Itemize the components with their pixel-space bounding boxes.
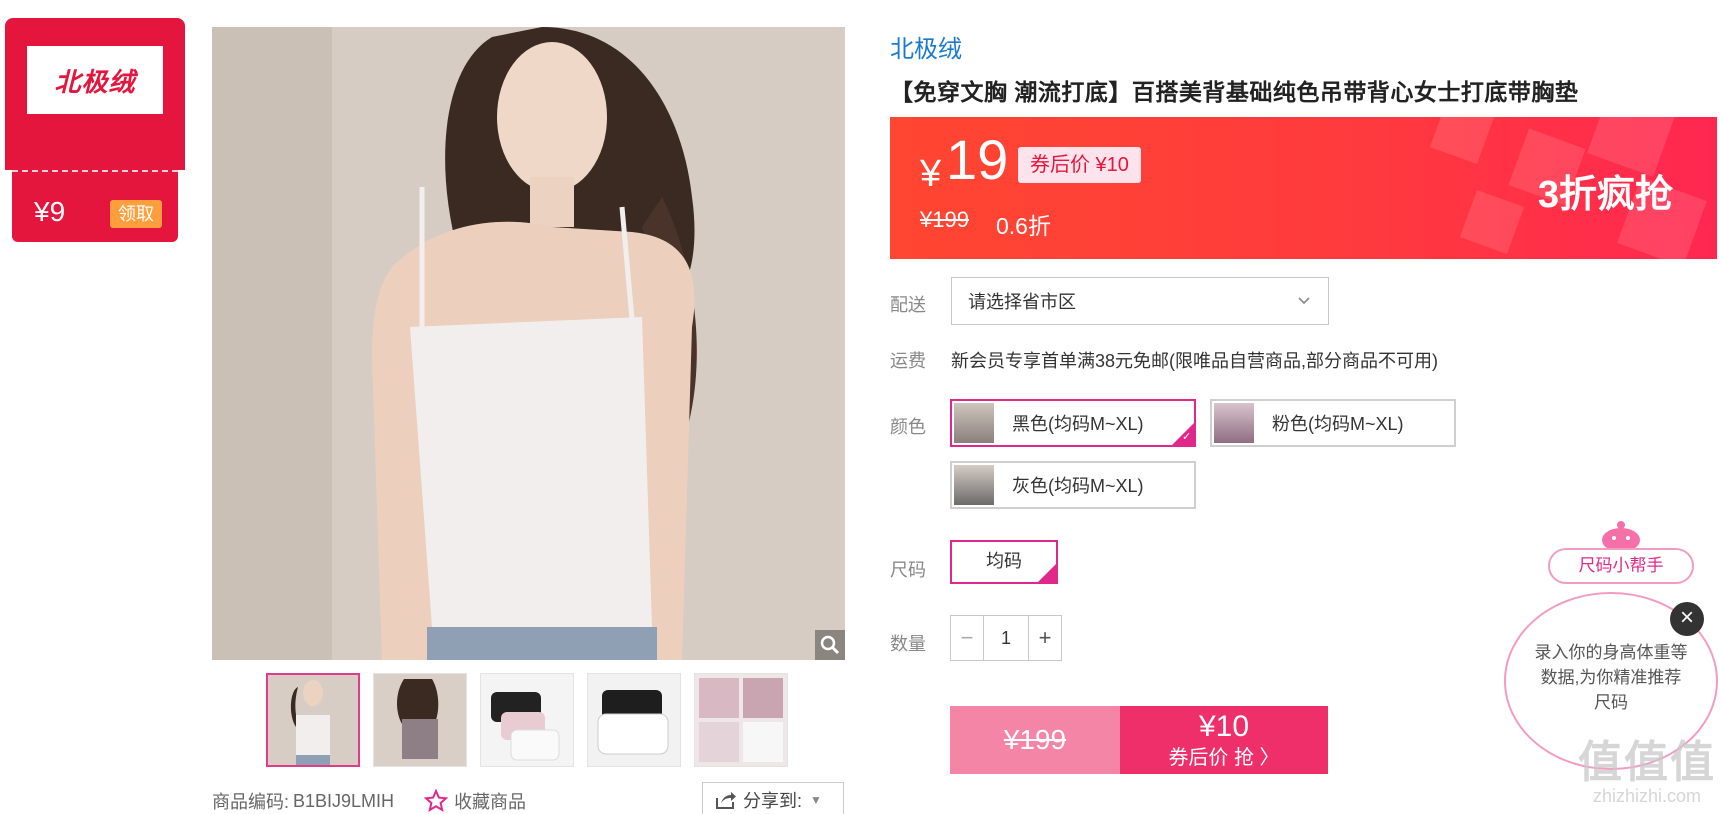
product-code-value: B1BIJ9LMIH xyxy=(293,790,395,811)
thumbnail-4[interactable] xyxy=(587,673,681,767)
favorite-link[interactable]: 收藏商品 xyxy=(424,788,526,814)
check-icon xyxy=(1036,562,1058,584)
brand-link[interactable]: 北极绒 xyxy=(890,29,962,64)
brand-logo-text: 北极绒 xyxy=(54,67,136,98)
color-thumb xyxy=(954,465,994,505)
quantity-decrease-button[interactable]: − xyxy=(951,616,983,660)
buy-action-label: 券后价 抢 〉 xyxy=(1168,747,1280,769)
check-icon xyxy=(1170,421,1196,447)
share-icon xyxy=(716,792,736,809)
quantity-stepper: − + xyxy=(950,615,1062,661)
thumbnail-3[interactable] xyxy=(480,673,574,767)
size-option-label: 均码 xyxy=(986,551,1022,571)
region-select[interactable]: 请选择省市区 xyxy=(951,277,1329,325)
color-option-label: 黑色(均码M~XL) xyxy=(1012,414,1144,434)
caret-down-icon: ▼ xyxy=(810,793,822,807)
coupon-card[interactable]: 北极绒 ¥9 领取 xyxy=(5,18,185,242)
share-label: 分享到: xyxy=(743,791,803,811)
thumbnail-2[interactable] xyxy=(373,673,467,767)
color-option-gray[interactable]: 灰色(均码M~XL) xyxy=(950,461,1196,509)
magnifier-icon[interactable] xyxy=(815,630,845,660)
quantity-label: 数量 xyxy=(890,634,926,654)
size-option[interactable]: 均码 xyxy=(950,540,1058,584)
color-thumb xyxy=(1214,403,1254,443)
buy-coupon-price: ¥10 xyxy=(1198,710,1250,743)
product-photo xyxy=(212,27,845,660)
coupon-price-tag: 券后价 ¥10 xyxy=(1018,147,1141,183)
product-title: 【免穿文胸 潮流打底】百搭美背基础纯色吊带背心女士打底带胸垫 xyxy=(890,79,1579,105)
price-currency: ¥ xyxy=(920,153,942,195)
color-thumb xyxy=(954,403,994,443)
color-option-black[interactable]: 黑色(均码M~XL) xyxy=(950,399,1196,447)
close-icon[interactable]: × xyxy=(1670,602,1704,636)
size-helper-tag[interactable]: 尺码小帮手 xyxy=(1548,548,1694,584)
color-label: 颜色 xyxy=(890,417,926,437)
main-product-image[interactable] xyxy=(212,27,845,660)
thumbnail-strip xyxy=(266,673,788,767)
color-option-pink[interactable]: 粉色(均码M~XL) xyxy=(1210,399,1456,447)
delivery-label: 配送 xyxy=(890,295,926,315)
thumbnail-1[interactable] xyxy=(266,673,360,767)
thumbnail-5[interactable] xyxy=(694,673,788,767)
coupon-card-bottom: ¥9 领取 xyxy=(12,170,178,242)
coupon-price: ¥9 xyxy=(34,196,66,227)
product-code-label: 商品编码: xyxy=(212,792,290,812)
product-meta: 商品编码: B1BIJ9LMIH 收藏商品 xyxy=(212,788,526,814)
original-price: ¥199 xyxy=(920,207,969,232)
shipping-text: 新会员专享首单满38元免邮(限唯品自营商品,部分商品不可用) xyxy=(951,351,1439,371)
claim-coupon-button[interactable]: 领取 xyxy=(110,200,162,228)
share-button[interactable]: 分享到: ▼ xyxy=(702,782,844,814)
size-label: 尺码 xyxy=(890,560,926,580)
quantity-input[interactable] xyxy=(983,616,1029,660)
quantity-increase-button[interactable]: + xyxy=(1029,616,1061,660)
watermark: 值值值 zhizhizhi.com xyxy=(1578,738,1716,807)
chevron-down-icon xyxy=(1298,297,1310,305)
watermark-text: 值值值 xyxy=(1578,738,1716,787)
brand-logo: 北极绒 xyxy=(27,46,163,114)
color-option-label: 粉色(均码M~XL) xyxy=(1272,414,1404,434)
region-select-value: 请选择省市区 xyxy=(968,292,1076,312)
current-price: 19 xyxy=(946,128,1009,191)
buy-button[interactable]: ¥199 ¥10 券后价 抢 〉 xyxy=(950,706,1328,774)
watermark-domain: zhizhizhi.com xyxy=(1592,786,1702,806)
star-icon xyxy=(424,789,449,813)
buy-original-price: ¥199 xyxy=(950,706,1120,774)
buy-coupon-action[interactable]: ¥10 券后价 抢 〉 xyxy=(1120,706,1328,774)
shipping-label: 运费 xyxy=(890,351,926,371)
discount-rate: 0.6折 xyxy=(996,213,1051,239)
favorite-label: 收藏商品 xyxy=(454,792,527,812)
color-option-label: 灰色(均码M~XL) xyxy=(1012,476,1144,496)
promo-text: 3折疯抢 xyxy=(1537,174,1673,216)
price-banner: ¥ 19 券后价 ¥10 ¥199 0.6折 3折疯抢 xyxy=(890,117,1717,259)
